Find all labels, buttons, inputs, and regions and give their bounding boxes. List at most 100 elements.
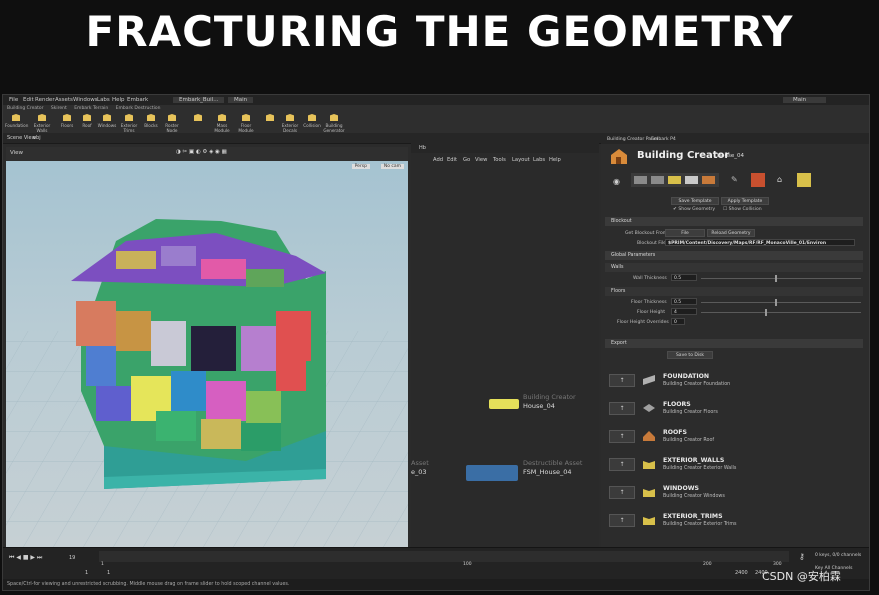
- module-arrow-exterior-trims[interactable]: ↑: [609, 514, 635, 527]
- toggle-walls-icon[interactable]: [668, 176, 681, 184]
- destructible-asset-node[interactable]: [466, 465, 518, 481]
- export-section[interactable]: Export: [605, 339, 863, 348]
- end-frame-a[interactable]: 2400: [735, 570, 748, 576]
- wall-thickness-knob[interactable]: [775, 275, 777, 282]
- floor-thickness-slider[interactable]: [701, 302, 861, 303]
- shelf-tab-skirent[interactable]: Skirent: [51, 106, 67, 111]
- net-menu-layout[interactable]: Layout: [512, 157, 530, 163]
- menu-edit[interactable]: Edit: [23, 97, 34, 103]
- frame-slider[interactable]: [99, 551, 789, 562]
- menu-windows[interactable]: Windows: [73, 97, 98, 103]
- tool-foundation[interactable]: Foundation: [5, 114, 28, 128]
- blockout-file-field[interactable]: $PRIM/Content/Discovery/Maps/RF/RF_Monac…: [665, 239, 855, 246]
- module-row-foundation[interactable]: ↑ FOUNDATION Building Creator Foundation: [605, 369, 863, 395]
- shelf-tab-embark-terrain[interactable]: Embark Terrain: [74, 106, 108, 111]
- reload-geometry-button[interactable]: Reload Geometry: [707, 229, 755, 237]
- tool-blocks[interactable]: Blocks: [140, 114, 162, 128]
- toggle-roof-icon[interactable]: [702, 176, 715, 184]
- wall-thickness-field[interactable]: 0.5: [671, 274, 697, 281]
- menu-file[interactable]: File: [9, 97, 18, 103]
- tool-floor-module[interactable]: Floor Module: [235, 114, 257, 133]
- menu-embark[interactable]: Embark: [127, 97, 148, 103]
- range-start[interactable]: 1: [85, 570, 88, 576]
- tool-floors[interactable]: Floors: [56, 114, 78, 128]
- module-row-exterior-trims[interactable]: ↑ EXTERIOR_TRIMS Building Creator Exteri…: [605, 509, 863, 535]
- param-tab-embark[interactable]: Embark P4: [651, 137, 676, 142]
- network-editor[interactable]: Hb Add Edit Go View Tools Layout Labs He…: [411, 143, 599, 547]
- apply-template-button[interactable]: Apply Template: [721, 197, 769, 205]
- decal-icon[interactable]: [797, 173, 811, 187]
- floor-override-field[interactable]: 0: [671, 318, 685, 325]
- blockout-section[interactable]: Blockout: [605, 217, 863, 226]
- tool-blank-2[interactable]: [259, 114, 281, 123]
- obj-path[interactable]: obj: [33, 135, 41, 141]
- menu-render[interactable]: Render: [35, 97, 55, 103]
- module-arrow-windows[interactable]: ↑: [609, 486, 635, 499]
- paint-icon[interactable]: [751, 173, 765, 187]
- desktop-selector[interactable]: Main: [783, 97, 827, 103]
- net-menu-edit[interactable]: Edit: [447, 157, 457, 163]
- scene-view-tab[interactable]: Scene View: [7, 135, 36, 141]
- viewport-tools-icon[interactable]: ◑ ✂ ▣ ◐ ⚙ ◈ ◉ ▦: [176, 149, 227, 155]
- tool-building-generator[interactable]: Building Generator: [323, 114, 345, 133]
- module-toggle-group[interactable]: [631, 173, 719, 187]
- module-row-floors[interactable]: ↑ FLOORS Building Creator Floors: [605, 397, 863, 423]
- current-frame[interactable]: 19: [69, 555, 75, 561]
- net-menu-help[interactable]: Help: [549, 157, 561, 163]
- menu-assets[interactable]: Assets: [55, 97, 73, 103]
- left-asset-name[interactable]: e_03: [411, 468, 427, 476]
- building-creator-node-shape[interactable]: [489, 399, 519, 409]
- wall-thickness-slider[interactable]: [701, 278, 861, 279]
- module-arrow-foundation[interactable]: ↑: [609, 374, 635, 387]
- eye-icon[interactable]: ◉: [613, 177, 620, 186]
- tab-embark-build[interactable]: Embark_Buil...: [173, 97, 225, 103]
- tool-roof[interactable]: Roof: [76, 114, 98, 128]
- floor-thickness-knob[interactable]: [775, 299, 777, 306]
- show-geometry-checkbox[interactable]: ✔ Show Geometry: [673, 207, 715, 212]
- get-blockout-select[interactable]: File: [665, 229, 705, 237]
- net-menu-add[interactable]: Add: [433, 157, 443, 163]
- save-to-disk-button[interactable]: Save to Disk: [667, 351, 713, 359]
- toggle-floors-icon[interactable]: [651, 176, 664, 184]
- brush-icon[interactable]: ✎: [731, 175, 738, 184]
- module-row-roofs[interactable]: ↑ ROOFS Building Creator Roof: [605, 425, 863, 451]
- net-menu-tools[interactable]: Tools: [493, 157, 506, 163]
- floor-height-slider[interactable]: [701, 312, 861, 313]
- net-menu-view[interactable]: View: [475, 157, 487, 163]
- save-template-button[interactable]: Save Template: [671, 197, 719, 205]
- tool-collision[interactable]: Collision: [301, 114, 323, 128]
- scene-viewport[interactable]: Persp No cam: [6, 161, 408, 547]
- module-row-exterior-walls[interactable]: ↑ EXTERIOR_WALLS Building Creator Exteri…: [605, 453, 863, 479]
- show-collision-checkbox[interactable]: ☐ Show Collision: [723, 207, 762, 212]
- floor-thickness-field[interactable]: 0.5: [671, 298, 697, 305]
- shelf-tab-building-creator[interactable]: Building Creator: [7, 106, 43, 111]
- floor-height-field[interactable]: 4: [671, 308, 697, 315]
- tool-exterior-decals[interactable]: Exterior Decals: [279, 114, 301, 133]
- tool-windows[interactable]: Windows: [96, 114, 118, 128]
- range-end[interactable]: 1: [107, 570, 110, 576]
- network-tab[interactable]: Hb: [419, 145, 426, 151]
- floors-section[interactable]: Floors: [605, 287, 863, 296]
- building-creator-node[interactable]: [489, 399, 519, 409]
- node1-name[interactable]: House_04: [523, 402, 555, 410]
- global-parameters-section[interactable]: Global Parameters: [605, 251, 863, 260]
- tool-roster-node[interactable]: Roster Node: [161, 114, 183, 133]
- walls-section[interactable]: Walls: [605, 263, 863, 272]
- node2-name[interactable]: FSM_House_04: [523, 468, 572, 476]
- tool-exterior-trims[interactable]: Exterior Trims: [118, 114, 140, 133]
- tool-blank-1[interactable]: [187, 114, 209, 123]
- tab-main[interactable]: Main: [228, 97, 254, 103]
- tag-icon[interactable]: ⌂: [777, 175, 782, 184]
- module-row-windows[interactable]: ↑ WINDOWS Building Creator Windows: [605, 481, 863, 507]
- toggle-windows-icon[interactable]: [685, 176, 698, 184]
- menu-help[interactable]: Help: [112, 97, 125, 103]
- module-arrow-roofs[interactable]: ↑: [609, 430, 635, 443]
- floor-height-knob[interactable]: [765, 309, 767, 316]
- net-menu-labs[interactable]: Labs: [533, 157, 545, 163]
- playback-controls[interactable]: ⏮ ◀ ■ ▶ ⏭: [9, 554, 42, 562]
- tool-mass-module[interactable]: Mass Module: [211, 114, 233, 133]
- destructible-asset-node-shape[interactable]: [466, 465, 518, 481]
- module-arrow-floors[interactable]: ↑: [609, 402, 635, 415]
- net-menu-go[interactable]: Go: [463, 157, 470, 163]
- key-icon[interactable]: ⚷: [799, 552, 805, 561]
